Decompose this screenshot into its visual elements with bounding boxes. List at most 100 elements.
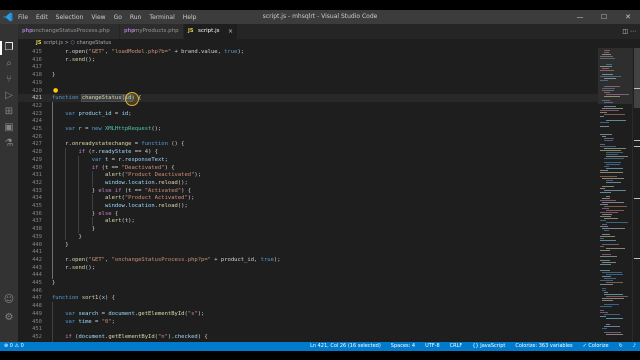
minimap-line bbox=[600, 126, 609, 127]
minimap-line bbox=[602, 234, 610, 235]
notifications-icon[interactable]: ♪ bbox=[633, 342, 636, 351]
minimap-line bbox=[606, 248, 625, 249]
code-token: checked bbox=[174, 333, 198, 340]
menu-selection[interactable]: Selection bbox=[56, 14, 84, 21]
minimap-line bbox=[600, 216, 611, 217]
menu-edit[interactable]: Edit bbox=[36, 14, 48, 21]
line-endings[interactable]: CRLF bbox=[450, 342, 463, 351]
minimap-line bbox=[600, 134, 612, 135]
code-token: } bbox=[52, 72, 56, 79]
maximize-icon[interactable]: ☐ bbox=[592, 10, 616, 24]
code-token: } bbox=[52, 280, 56, 286]
minimap-line bbox=[604, 50, 610, 51]
code-token: changeStatus bbox=[80, 94, 123, 103]
minimap-line bbox=[602, 276, 611, 277]
tab-onchangestatusprocess-php[interactable]: php onchangeStatusProcess.php bbox=[18, 24, 120, 39]
js-file-icon: JS bbox=[36, 40, 42, 46]
menu-help[interactable]: Help bbox=[183, 14, 197, 21]
language-mode[interactable]: {} JavaScript bbox=[472, 342, 505, 351]
minimap-line bbox=[602, 228, 625, 229]
code-editor[interactable]: 415 r.open("GET", "loadModel.php?b=" + b… bbox=[18, 48, 598, 342]
code-token: function bbox=[141, 141, 168, 148]
minimap-line bbox=[604, 292, 608, 293]
minimap-line bbox=[604, 148, 626, 149]
minimap-line bbox=[602, 224, 607, 225]
minimap-line bbox=[602, 54, 611, 55]
testing-icon[interactable]: ⚗ bbox=[3, 138, 15, 150]
code-token: ); bbox=[187, 195, 195, 202]
code-token: "Activated" bbox=[144, 187, 182, 194]
minimap-line bbox=[600, 310, 604, 311]
minimap-line bbox=[602, 136, 606, 137]
tab-label: onchangeStatusProcess.php bbox=[32, 28, 110, 34]
minimap-line bbox=[600, 56, 613, 57]
code-token: else bbox=[98, 187, 112, 194]
code-token: getElementById bbox=[138, 310, 185, 317]
manage-gear-icon[interactable]: ⚙ bbox=[3, 312, 15, 324]
code-token: if bbox=[114, 187, 122, 194]
editor-actions[interactable]: ◫ ⋯ bbox=[622, 24, 636, 39]
code-token: "loadModel.php?b=" bbox=[111, 49, 172, 55]
encoding[interactable]: UTF-8 bbox=[425, 342, 440, 351]
minimap-line bbox=[604, 138, 614, 139]
code-token: == bbox=[131, 149, 145, 156]
minimap-line bbox=[600, 236, 615, 237]
indent-guide bbox=[52, 302, 53, 342]
breadcrumb: JS script.js > ⬡ changeStatus bbox=[18, 39, 618, 48]
tab-script-js[interactable]: JS script.js × bbox=[184, 24, 238, 39]
minimap-line bbox=[604, 332, 621, 333]
colorize-variables[interactable]: Colorize: 363 variables bbox=[515, 342, 572, 351]
breadcrumb-file[interactable]: script.js bbox=[43, 40, 63, 46]
code-token: r. bbox=[52, 56, 72, 63]
scrollbar-thumb[interactable] bbox=[634, 48, 640, 108]
code-token: "s" bbox=[187, 310, 198, 317]
menu-file[interactable]: File bbox=[18, 14, 28, 21]
code-token: r. bbox=[52, 264, 72, 271]
close-icon[interactable]: ✕ bbox=[616, 10, 640, 24]
minimap-line bbox=[600, 76, 621, 77]
minimap-line bbox=[602, 288, 606, 289]
cursor-position[interactable]: Ln 421, Col 26 (16 selected) bbox=[310, 342, 381, 351]
remote-explorer-icon[interactable]: ▣ bbox=[3, 122, 15, 134]
files-icon[interactable]: ❐ bbox=[3, 42, 15, 54]
line-code: } bbox=[52, 279, 55, 287]
minimap-line bbox=[602, 100, 610, 101]
minimap-line bbox=[604, 230, 609, 231]
code-token: alert bbox=[104, 172, 122, 179]
minimap-line bbox=[604, 102, 613, 103]
minimize-icon[interactable]: — bbox=[568, 10, 592, 24]
indentation[interactable]: Spaces: 4 bbox=[391, 342, 415, 351]
code-token: id bbox=[123, 94, 133, 103]
account-icon[interactable]: ☺ bbox=[3, 294, 15, 306]
minimap-line bbox=[600, 212, 618, 213]
minimap-line bbox=[604, 278, 616, 279]
code-token: reload bbox=[157, 179, 178, 186]
search-icon[interactable]: ⌕ bbox=[3, 58, 15, 70]
tab-myproducts-php[interactable]: php myProducts.php bbox=[120, 24, 184, 39]
sync-icon[interactable]: ↻ bbox=[619, 342, 623, 351]
active-indicator bbox=[0, 41, 2, 55]
menu-view[interactable]: View bbox=[91, 14, 105, 21]
activity-bar: ❐ ⌕ ⑂ ▷ ⊞ ▣ ⚗ ☺ ⚙ bbox=[0, 24, 18, 342]
minimap-line bbox=[600, 172, 623, 173]
editor-scrollbar[interactable] bbox=[632, 48, 640, 342]
menu-go[interactable]: Go bbox=[114, 14, 122, 21]
source-control-icon[interactable]: ⑂ bbox=[3, 74, 15, 86]
problems-indicator[interactable]: ⊗ 0 ⚠ 0 bbox=[4, 342, 24, 351]
menu-run[interactable]: Run bbox=[130, 14, 142, 21]
minimap-line bbox=[604, 96, 620, 97]
minimap[interactable] bbox=[598, 48, 632, 342]
code-token: ) { bbox=[131, 95, 142, 102]
minimap-line bbox=[600, 256, 617, 257]
lightbulb-icon[interactable]: ● bbox=[53, 87, 58, 94]
code-token: getElementById bbox=[108, 333, 155, 340]
scrollbar-marker bbox=[634, 88, 640, 89]
menu-terminal[interactable]: Terminal bbox=[149, 14, 174, 21]
code-line[interactable]: 421 function changeStatus(id) { bbox=[18, 94, 598, 103]
close-tab-icon[interactable]: × bbox=[228, 24, 233, 39]
breadcrumb-symbol[interactable]: changeStatus bbox=[77, 40, 111, 46]
extensions-icon[interactable]: ⊞ bbox=[3, 106, 15, 118]
colorize-toggle[interactable]: ✓ Colorize bbox=[583, 342, 609, 351]
run-debug-icon[interactable]: ▷ bbox=[3, 90, 15, 102]
